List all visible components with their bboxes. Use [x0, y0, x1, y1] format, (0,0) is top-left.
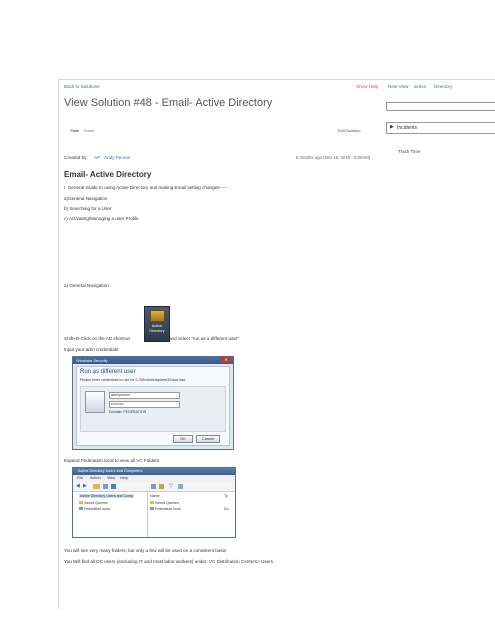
- incidents-select[interactable]: ▶ Incidents: [386, 122, 495, 134]
- ad-toolbar: ◀ ▶ ▽: [73, 482, 235, 492]
- expand-federation-text: Expand Federation.local to view all VC F…: [64, 458, 160, 463]
- show-help-link[interactable]: Show Help: [356, 84, 378, 89]
- dialog-title-bar: Windows Security ✕: [73, 357, 233, 364]
- menu-file[interactable]: File: [77, 476, 83, 480]
- users-icon[interactable]: [151, 484, 156, 489]
- col-type-header[interactable]: Ty: [224, 494, 228, 498]
- menu-action[interactable]: Action: [90, 476, 101, 480]
- track-time-button[interactable]: Track Time: [398, 149, 421, 154]
- filter-icon[interactable]: ▽: [169, 483, 173, 489]
- article-heading: Email- Active Directory: [64, 170, 152, 179]
- nav-new-view[interactable]: New View: [388, 84, 408, 89]
- created-timestamp: 8 months ago (Nov 16, 2015 - 9:06AM): [296, 155, 371, 160]
- windows-security-dialog: Windows Security ✕ Run as different user…: [72, 356, 234, 450]
- nav-active[interactable]: active: [414, 84, 426, 89]
- menu-help[interactable]: Help: [120, 476, 128, 480]
- page-title: View Solution #48 - Email- Active Direct…: [64, 97, 273, 109]
- username-field[interactable]: admrpenner: [109, 392, 180, 399]
- user-tile-icon: [85, 391, 105, 413]
- list-item-federation-type: Do: [224, 507, 229, 511]
- edit-solution-button[interactable]: Edit Solution: [338, 128, 360, 133]
- refresh-icon[interactable]: [103, 484, 108, 489]
- item-managing-profile: c) Activating/Managing a user Profile: [64, 216, 139, 221]
- menu-view[interactable]: View: [107, 476, 115, 480]
- tree-domain-icon: [79, 507, 83, 510]
- item-searching-user: b) Searching for a User: [64, 206, 112, 211]
- ad-window-title-bar: Active Directory Users and Computers: [73, 468, 235, 475]
- shortcut-instruction-end: and select "run as a different user": [169, 336, 240, 341]
- state-label: State: [70, 128, 80, 133]
- section-general-navigation: a) General Navigation: [64, 283, 109, 288]
- ad-menu-bar: File Action View Help: [73, 475, 235, 482]
- dialog-close-icon[interactable]: ✕: [221, 357, 231, 363]
- ad-window-title: Active Directory Users and Computers: [78, 469, 143, 473]
- item-general-navigation: a)General Navigation: [64, 196, 108, 201]
- find-users-text: You Will find all DC users (excluding IT…: [64, 559, 273, 564]
- ad-tree-pane: Active Directory Users and Comp Saved Qu…: [73, 492, 148, 537]
- password-field[interactable]: ••••••••••: [109, 401, 180, 408]
- admin-credentials-text: Input your adm credentials: [64, 347, 119, 352]
- tree-item-saved-queries-label: Saved Queries: [84, 501, 108, 505]
- left-divider: [58, 79, 59, 609]
- dialog-prompt: Please enter credentials to use for C:\W…: [80, 378, 186, 382]
- ad-icon-label: Active Directory: [149, 324, 165, 333]
- active-directory-window: Active Directory Users and Computers Fil…: [72, 467, 236, 538]
- folder-icon[interactable]: [93, 484, 100, 489]
- tree-item-federation-label: Federation.local: [84, 507, 110, 511]
- help-icon[interactable]: [111, 484, 116, 489]
- tree-item-saved-queries[interactable]: Saved Queries: [79, 501, 108, 505]
- created-by-label: Created by:: [64, 155, 88, 160]
- list-domain-icon: [150, 507, 154, 510]
- domain-label: Domain: FEDERATION: [109, 410, 147, 414]
- ok-button[interactable]: OK: [173, 435, 193, 443]
- right-search-input[interactable]: [386, 102, 495, 111]
- state-value: Email: [84, 128, 95, 133]
- tree-item-federation[interactable]: Federation.local: [79, 507, 110, 511]
- shortcut-instruction-start: Shift+R-Click on the AD shortcut: [64, 336, 130, 341]
- caret-right-icon: ▶: [390, 124, 394, 130]
- list-folder-icon: [150, 501, 154, 504]
- ad-list-pane: Name Ty Saved Queries Federation.local D…: [148, 492, 235, 537]
- top-divider: [58, 79, 495, 80]
- list-item-saved-queries-label: Saved Queries: [155, 501, 179, 505]
- list-item-federation-label: Federation.local: [155, 507, 181, 511]
- col-name-header[interactable]: Name: [150, 494, 160, 498]
- group-icon[interactable]: [159, 484, 164, 489]
- tree-root[interactable]: Active Directory Users and Comp: [79, 494, 135, 498]
- dialog-title: Windows Security: [76, 358, 108, 363]
- list-item-saved-queries[interactable]: Saved Queries: [150, 501, 179, 505]
- username-value: admrpenner: [111, 393, 131, 397]
- author-initials: AP: [94, 155, 101, 160]
- tree-folder-icon: [79, 501, 83, 504]
- author-name[interactable]: Andy Penner: [104, 155, 131, 160]
- forward-arrow-icon[interactable]: ▶: [83, 483, 87, 489]
- article-intro: I. General Guide to using Active Directo…: [64, 185, 228, 190]
- active-directory-shortcut-icon: Active Directory: [144, 306, 170, 342]
- back-to-solutions-link[interactable]: Back to Solutions: [64, 84, 100, 89]
- cancel-button[interactable]: Cancel: [196, 435, 220, 443]
- dialog-heading: Run as different user: [80, 369, 136, 375]
- back-arrow-icon[interactable]: ◀: [76, 483, 80, 489]
- ou-icon[interactable]: [178, 484, 183, 489]
- nav-directory[interactable]: Directory: [434, 84, 452, 89]
- password-value: ••••••••••: [111, 402, 124, 406]
- list-item-federation[interactable]: Federation.local: [150, 507, 181, 511]
- many-folders-text: You will see very many folders, but only…: [64, 548, 226, 553]
- incidents-label: Incidents: [397, 125, 418, 131]
